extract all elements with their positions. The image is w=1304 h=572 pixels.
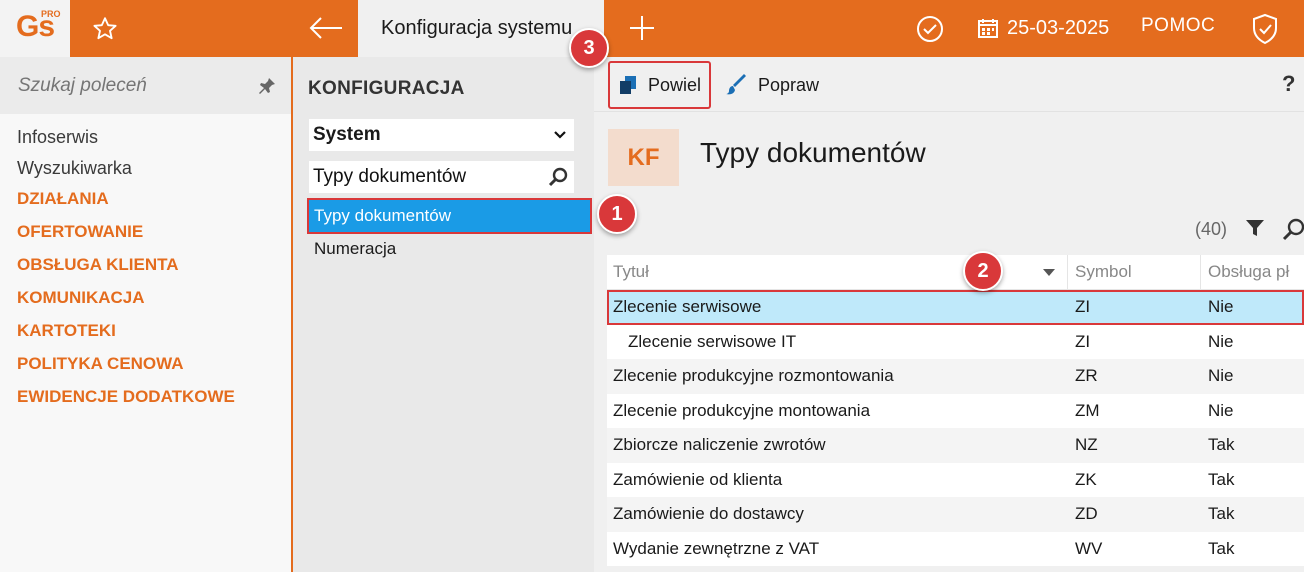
module-badge: KF <box>608 129 679 186</box>
annotation-callout-1: 1 <box>597 194 637 234</box>
action-toolbar: Powiel Popraw ? <box>594 57 1304 112</box>
cell-obsluga: Tak <box>1208 469 1235 489</box>
calendar-icon <box>978 19 998 38</box>
grid-search-icon[interactable] <box>1282 217 1304 241</box>
documents-grid: Tytuł Symbol Obsługa pł Zlecenie serwiso… <box>607 255 1304 566</box>
copy-icon <box>620 76 636 94</box>
column-header-symbol[interactable]: Symbol <box>1068 255 1201 289</box>
check-circle-icon[interactable] <box>913 12 947 46</box>
tab-label: Konfiguracja systemu <box>381 17 573 39</box>
sidebar-item-polityka-cenowa[interactable]: POLITYKA CENOWA <box>17 354 235 387</box>
cell-symbol: ZI <box>1075 297 1091 317</box>
table-row[interactable]: Zbiorcze naliczenie zwrotów NZ Tak <box>607 428 1304 463</box>
edit-button[interactable]: Popraw <box>718 61 827 109</box>
table-row[interactable]: Zamówienie do dostawcy ZD Tak <box>607 497 1304 532</box>
cell-obsluga: Nie <box>1208 366 1234 386</box>
annotation-callout-3: 3 <box>569 28 609 68</box>
cell-obsluga: Tak <box>1208 504 1235 524</box>
system-select-value: System <box>313 124 381 145</box>
tree-item-typy-dokumentow[interactable]: Typy dokumentów <box>307 198 592 234</box>
table-row[interactable]: Zlecenie produkcyjne montowania ZM Nie <box>607 393 1304 428</box>
logo-pro-label: PRO <box>41 9 61 19</box>
cell-symbol: ZD <box>1075 504 1098 524</box>
cell-title: Zlecenie serwisowe IT <box>628 331 797 351</box>
system-select[interactable]: System <box>309 119 574 151</box>
sidebar-item-komunikacja[interactable]: KOMUNIKACJA <box>17 288 235 321</box>
sidebar-item-dzialania[interactable]: DZIAŁANIA <box>17 189 235 222</box>
top-bar: Gs PRO Konfiguracja systemu 25-03-2025 P… <box>0 0 1304 57</box>
new-tab-plus-icon[interactable] <box>624 10 660 46</box>
app-logo[interactable]: Gs PRO <box>0 0 70 57</box>
cell-obsluga: Nie <box>1208 400 1234 420</box>
shield-icon[interactable] <box>1247 11 1283 47</box>
help-question-icon[interactable]: ? <box>1282 71 1295 97</box>
config-title: KONFIGURACJA <box>308 78 465 99</box>
copy-button-label: Powiel <box>648 74 702 95</box>
command-search-input[interactable] <box>18 73 248 99</box>
cell-symbol: ZI <box>1075 331 1091 351</box>
cell-title: Zamówienie do dostawcy <box>613 504 804 524</box>
copy-button[interactable]: Powiel <box>608 61 712 109</box>
chevron-down-icon <box>554 131 566 139</box>
table-row[interactable]: Wydanie zewnętrzne z VAT WV Tak <box>607 531 1304 566</box>
cell-obsluga: Nie <box>1208 297 1234 317</box>
cell-title: Zlecenie serwisowe <box>613 297 762 317</box>
cell-symbol: NZ <box>1075 435 1098 455</box>
document-type-search <box>309 161 574 193</box>
edit-button-label: Popraw <box>758 74 820 95</box>
main-content: Powiel Popraw ? KF Typy dokumentów (40) … <box>594 57 1304 572</box>
back-arrow-icon[interactable] <box>304 10 348 46</box>
tab-konfiguracja-systemu[interactable]: Konfiguracja systemu <box>358 0 604 57</box>
table-row[interactable]: Zlecenie produkcyjne rozmontowania ZR Ni… <box>607 359 1304 394</box>
config-panel: KONFIGURACJA System Typy dokumentów Nume… <box>293 57 594 572</box>
column-header-obsluga[interactable]: Obsługa pł <box>1201 255 1304 289</box>
column-symbol-label: Symbol <box>1075 262 1132 281</box>
search-icon[interactable] <box>547 166 569 188</box>
table-row[interactable]: Zlecenie serwisowe IT ZI Nie <box>607 324 1304 359</box>
cell-title: Zamówienie od klienta <box>613 469 783 489</box>
document-type-search-input[interactable] <box>313 166 535 188</box>
sidebar-item-kartoteki[interactable]: KARTOTEKI <box>17 321 235 354</box>
grid-header: Tytuł Symbol Obsługa pł <box>607 255 1304 290</box>
cell-obsluga: Tak <box>1208 538 1235 558</box>
annotation-callout-2: 2 <box>963 251 1003 291</box>
sidebar-item-wyszukiwarka[interactable]: Wyszukiwarka <box>17 158 235 189</box>
cell-obsluga: Nie <box>1208 331 1234 351</box>
command-search <box>0 57 291 114</box>
column-title-label: Tytuł <box>613 262 649 281</box>
record-count: (40) <box>1195 219 1228 239</box>
table-row[interactable]: Zamówienie od klienta ZK Tak <box>607 462 1304 497</box>
help-link[interactable]: POMOC <box>1141 15 1215 37</box>
cell-title: Wydanie zewnętrzne z VAT <box>613 538 820 558</box>
left-sidebar: Infoserwis Wyszukiwarka DZIAŁANIA OFERTO… <box>0 57 291 572</box>
cell-symbol: ZM <box>1075 400 1100 420</box>
cell-title: Zbiorcze naliczenie zwrotów <box>613 435 826 455</box>
cell-title: Zlecenie produkcyjne montowania <box>613 400 871 420</box>
cell-symbol: ZK <box>1075 469 1097 489</box>
page-title: Typy dokumentów <box>700 137 926 168</box>
grid-body: Zlecenie serwisowe ZI Nie Zlecenie serwi… <box>607 290 1304 566</box>
pin-icon[interactable] <box>256 75 278 97</box>
column-obs-label: Obsługa pł <box>1208 262 1290 281</box>
favorites-star-icon[interactable] <box>88 12 122 46</box>
sidebar-item-ofertowanie[interactable]: OFERTOWANIE <box>17 222 235 255</box>
sidebar-item-infoserwis[interactable]: Infoserwis <box>17 127 235 158</box>
filter-icon[interactable] <box>1244 217 1266 239</box>
sidebar-item-ewidencje-dodatkowe[interactable]: EWIDENCJE DODATKOWE <box>17 387 235 420</box>
sidebar-item-obsluga-klienta[interactable]: OBSŁUGA KLIENTA <box>17 255 235 288</box>
tree-item-numeracja[interactable]: Numeracja <box>309 233 590 265</box>
cell-symbol: WV <box>1075 538 1103 558</box>
brush-icon <box>726 74 746 95</box>
sort-down-icon <box>1043 269 1055 276</box>
date-value: 25-03-2025 <box>1007 16 1110 39</box>
date-picker[interactable]: 25-03-2025 <box>977 13 1109 43</box>
table-row[interactable]: Zlecenie serwisowe ZI Nie <box>607 290 1304 325</box>
cell-title: Zlecenie produkcyjne rozmontowania <box>613 366 894 386</box>
sidebar-menu: Infoserwis Wyszukiwarka DZIAŁANIA OFERTO… <box>17 127 235 420</box>
cell-symbol: ZR <box>1075 366 1098 386</box>
cell-obsluga: Tak <box>1208 435 1235 455</box>
